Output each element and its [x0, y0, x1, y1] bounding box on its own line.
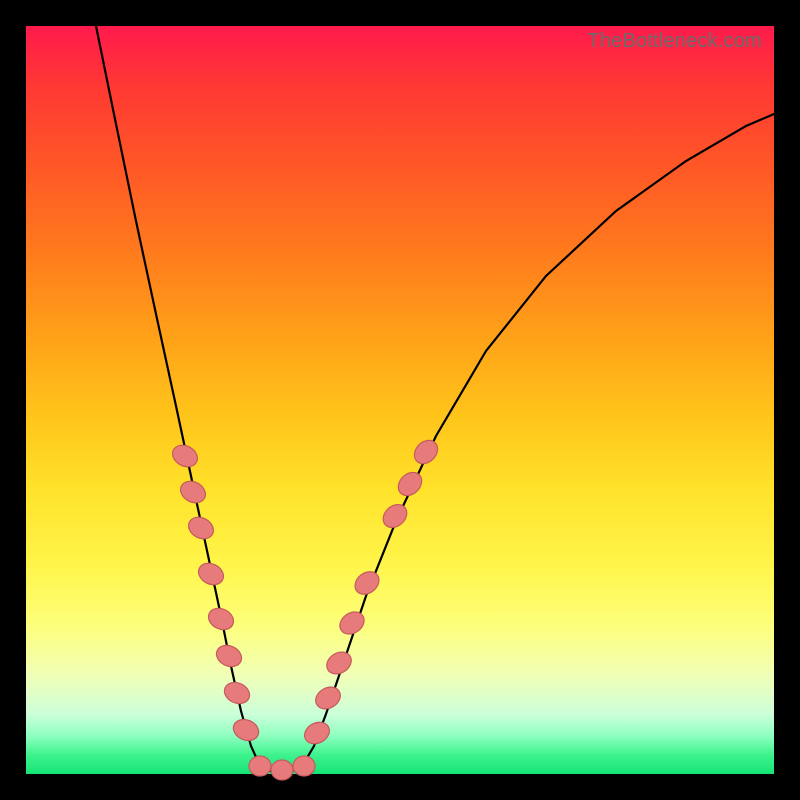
bead-marker	[195, 559, 227, 589]
bead-marker	[323, 648, 356, 679]
bead-marker	[205, 604, 237, 633]
bead-marker	[394, 468, 427, 500]
bead-marker	[301, 718, 333, 748]
bead-marker	[185, 513, 217, 543]
bead-marker	[336, 607, 369, 638]
bead-marker	[410, 436, 442, 469]
bead-marker	[213, 641, 245, 670]
bead-markers	[169, 436, 442, 780]
bead-marker	[379, 500, 412, 532]
bead-marker	[249, 756, 271, 776]
bead-marker	[221, 679, 253, 708]
bottleneck-curve	[96, 26, 774, 772]
bottleneck-curve-plot	[26, 26, 774, 774]
chart-frame: TheBottleneck.com	[26, 26, 774, 774]
bead-marker	[312, 683, 345, 713]
bead-marker	[293, 756, 315, 776]
bead-marker	[177, 477, 209, 507]
bead-marker	[169, 441, 201, 471]
bead-marker	[230, 716, 262, 744]
bead-marker	[351, 567, 384, 599]
bead-marker	[271, 760, 293, 780]
